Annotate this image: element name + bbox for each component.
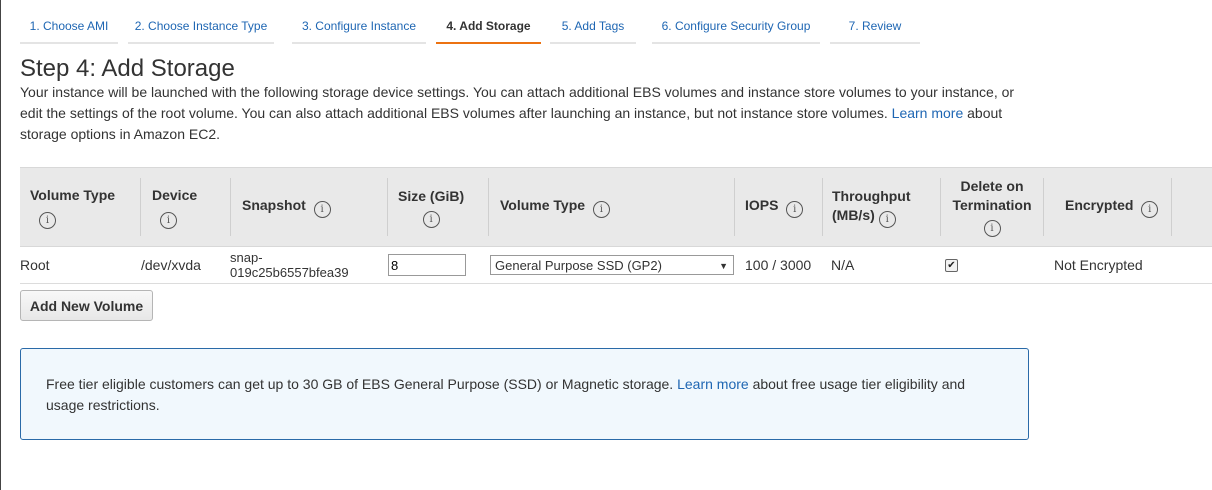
- cell-delete-on-termination: ✔: [945, 247, 958, 283]
- column-divider: [940, 178, 941, 236]
- tab-add-storage[interactable]: 4. Add Storage: [436, 10, 541, 44]
- header-label: Volume Type: [30, 186, 116, 203]
- header-delete-on-termination: Delete on Termination i: [944, 168, 1044, 246]
- page-title: Step 4: Add Storage: [20, 55, 235, 82]
- header-encrypted: Encrypted i: [1065, 168, 1185, 246]
- column-divider: [1043, 178, 1044, 236]
- column-divider: [822, 178, 823, 236]
- cell-iops: 100 / 3000: [745, 257, 812, 273]
- column-divider: [1171, 178, 1172, 236]
- tab-review[interactable]: 7. Review: [830, 10, 920, 44]
- tab-configure-security-group[interactable]: 6. Configure Security Group: [652, 10, 820, 44]
- header-label: Size (GiB): [398, 187, 465, 204]
- add-new-volume-button[interactable]: Add New Volume: [20, 290, 153, 321]
- column-divider: [230, 178, 231, 236]
- cell-encrypted: Not Encrypted: [1054, 257, 1143, 273]
- header-throughput: Throughput (MB/s) i: [832, 168, 932, 246]
- caret-down-icon: ▼: [719, 261, 728, 271]
- column-divider: [734, 178, 735, 236]
- info-circle-icon[interactable]: i: [786, 201, 804, 218]
- notice-text: Free tier eligible customers can get up …: [46, 374, 986, 416]
- header-label: Device: [152, 186, 198, 203]
- tab-choose-instance-type[interactable]: 2. Choose Instance Type: [128, 10, 274, 44]
- info-circle-icon[interactable]: i: [1141, 201, 1159, 218]
- tab-choose-ami[interactable]: 1. Choose AMI: [20, 10, 118, 44]
- cell-size: [388, 247, 466, 283]
- table-row: Root /dev/xvda snap-019c25b6557bfea39 Ge…: [20, 247, 1212, 284]
- info-circle-icon[interactable]: i: [983, 220, 1001, 237]
- size-input[interactable]: [388, 254, 466, 276]
- header-volume-type: Volume Type i: [30, 168, 140, 246]
- cell-device: /dev/xvda: [141, 257, 201, 273]
- tab-configure-instance[interactable]: 3. Configure Instance: [292, 10, 426, 44]
- column-divider: [140, 178, 141, 236]
- header-iops: IOPS i: [745, 168, 825, 246]
- header-device: Device i: [152, 168, 232, 246]
- learn-more-free-tier-link[interactable]: Learn more: [677, 376, 749, 392]
- cell-volume-type: Root: [20, 257, 50, 273]
- cell-throughput: N/A: [831, 257, 855, 273]
- info-circle-icon[interactable]: i: [878, 210, 896, 228]
- info-circle-icon[interactable]: i: [592, 201, 610, 218]
- info-circle-icon[interactable]: i: [160, 211, 177, 229]
- tab-add-tags[interactable]: 5. Add Tags: [550, 10, 636, 44]
- window-frame-edge: [0, 0, 1, 490]
- header-label: Snapshot: [242, 197, 306, 213]
- cell-snapshot: snap-019c25b6557bfea39: [230, 250, 349, 280]
- header-label: Throughput (MB/s): [832, 187, 911, 223]
- learn-more-storage-link[interactable]: Learn more: [892, 105, 964, 121]
- column-divider: [387, 178, 388, 236]
- notice-message: Free tier eligible customers can get up …: [46, 376, 674, 392]
- checkmark-icon: ✔: [947, 259, 956, 271]
- storage-table: Volume Type i Device i Snapshot i Size (Gi…: [20, 167, 1212, 284]
- header-ebs-volume-type: Volume Type i: [500, 168, 720, 246]
- cell-ebs-volume-type: General Purpose SSD (GP2) ▼: [490, 247, 734, 283]
- info-circle-icon[interactable]: i: [422, 210, 440, 228]
- volume-type-select[interactable]: General Purpose SSD (GP2) ▼: [490, 255, 734, 275]
- intro-paragraph: Your instance will be launched with the …: [20, 82, 1030, 145]
- intro-text: Your instance will be launched with the …: [20, 84, 1015, 121]
- header-label: Volume Type: [500, 197, 586, 213]
- header-snapshot: Snapshot i: [242, 168, 382, 246]
- table-header: Volume Type i Device i Snapshot i Size (Gi…: [20, 167, 1212, 247]
- info-circle-icon[interactable]: i: [39, 211, 56, 229]
- info-circle-icon[interactable]: i: [313, 201, 331, 218]
- header-label: Encrypted: [1065, 197, 1134, 213]
- header-size: Size (GiB) i: [398, 168, 478, 246]
- header-label: IOPS: [745, 197, 779, 213]
- free-tier-notice: Free tier eligible customers can get up …: [20, 348, 1029, 440]
- delete-on-termination-checkbox[interactable]: ✔: [945, 258, 958, 272]
- column-divider: [488, 178, 489, 236]
- volume-type-selected: General Purpose SSD (GP2): [495, 258, 662, 273]
- header-label: Delete on Termination: [952, 178, 1032, 213]
